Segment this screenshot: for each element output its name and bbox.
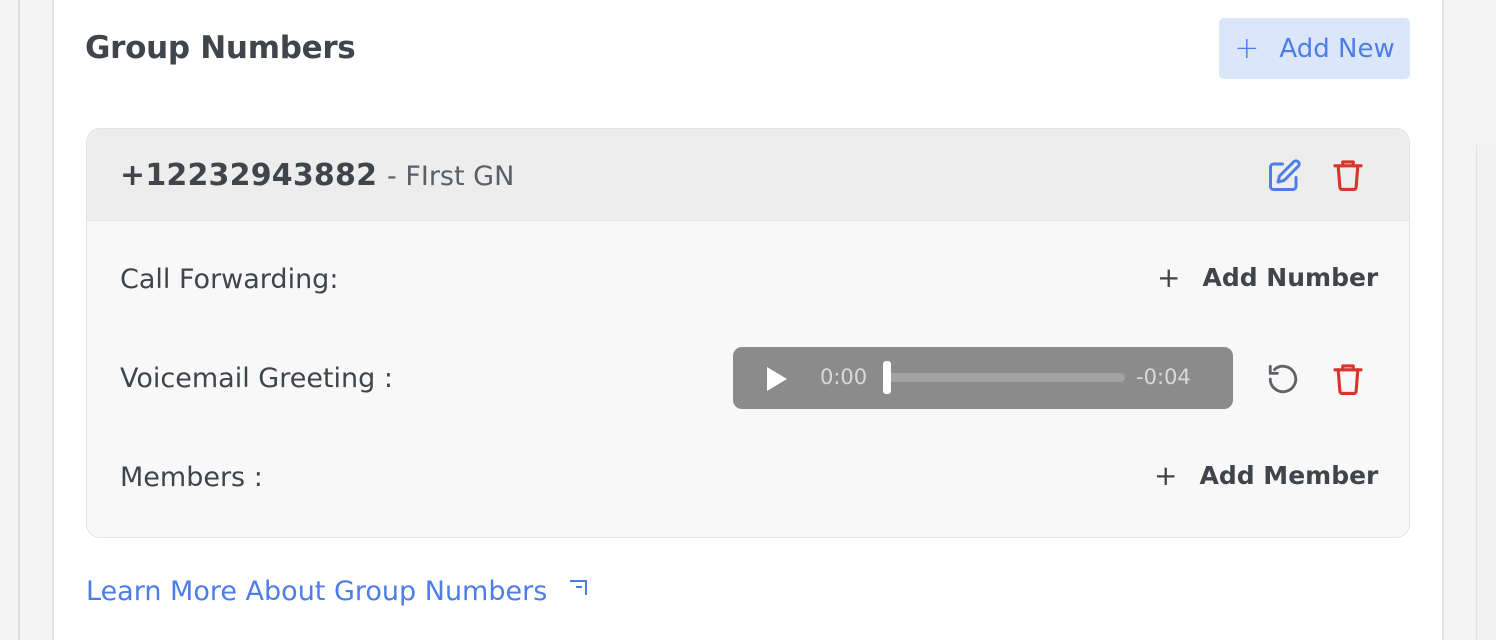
audio-progress-track[interactable] <box>885 373 1125 382</box>
plus-icon: + <box>1157 260 1181 294</box>
learn-more-link[interactable]: Learn More About Group Numbers <box>86 576 591 607</box>
delete-group-icon[interactable] <box>1331 157 1365 193</box>
members-label: Members : <box>120 462 263 493</box>
audio-remaining-time: -0:04 <box>1136 365 1191 389</box>
audio-current-time: 0:00 <box>820 365 868 389</box>
group-number-card: +12232943882 - FIrst GN Call Forwarding:… <box>86 128 1410 538</box>
add-number-button[interactable]: + Add Number <box>1157 263 1378 292</box>
add-new-button[interactable]: + Add New <box>1219 18 1410 79</box>
call-forwarding-label: Call Forwarding: <box>120 264 339 295</box>
voicemail-greeting-label: Voicemail Greeting : <box>120 363 393 394</box>
learn-more-label: Learn More About Group Numbers <box>86 576 548 607</box>
section-title: Group Numbers <box>85 30 356 66</box>
group-number-header: +12232943882 - FIrst GN <box>87 129 1409 221</box>
edit-icon[interactable] <box>1266 158 1302 194</box>
delete-voicemail-icon[interactable] <box>1331 361 1365 397</box>
external-link-icon <box>567 576 591 607</box>
plus-icon: + <box>1154 458 1178 492</box>
group-phone-number: +12232943882 <box>120 158 378 193</box>
rerecord-icon[interactable] <box>1265 361 1301 397</box>
add-new-label: Add New <box>1279 33 1395 64</box>
add-member-button[interactable]: + Add Member <box>1154 461 1378 490</box>
audio-progress-handle[interactable] <box>883 361 891 394</box>
add-number-label: Add Number <box>1202 263 1379 292</box>
play-icon[interactable] <box>761 364 791 394</box>
add-member-label: Add Member <box>1199 461 1379 490</box>
audio-player: 0:00 -0:04 <box>733 347 1233 409</box>
plus-icon: + <box>1234 30 1260 66</box>
scrollbar[interactable] <box>1476 145 1496 640</box>
group-name: - FIrst GN <box>387 161 515 192</box>
